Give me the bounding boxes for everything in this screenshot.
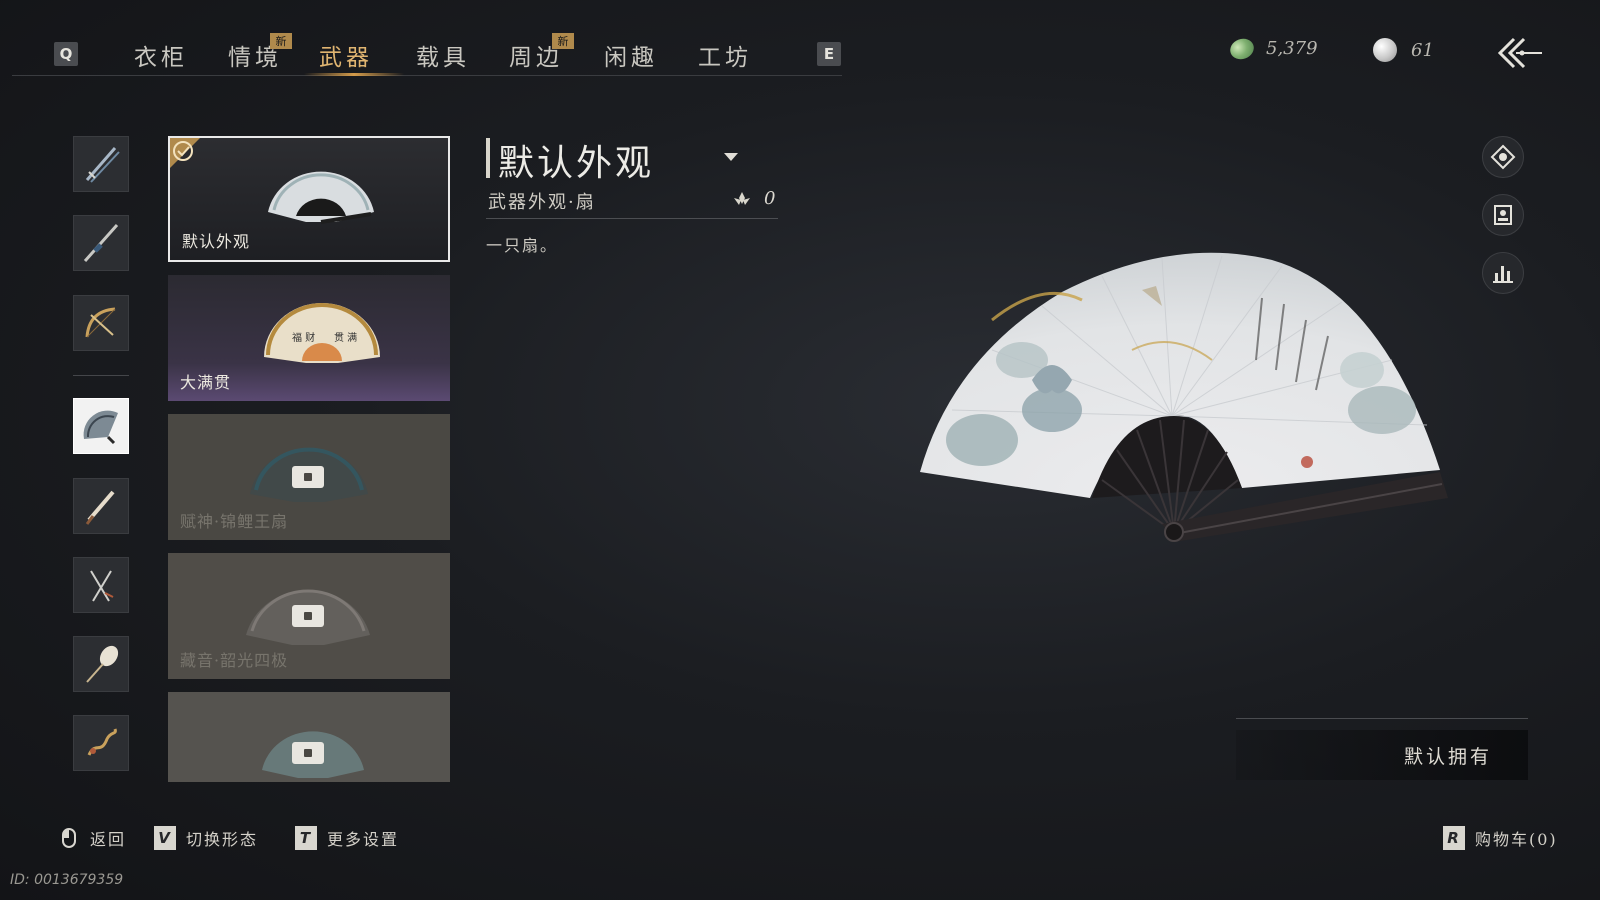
skin-card-koi-king[interactable]: 赋神·锦鲤王扇 (168, 414, 450, 540)
category-fan[interactable] (73, 398, 129, 454)
jade-icon (1227, 34, 1257, 63)
title-accent-bar (486, 138, 490, 178)
category-bow[interactable] (73, 295, 129, 351)
more-settings-hint[interactable]: T 更多设置 (295, 826, 399, 850)
mouse-icon (62, 828, 76, 848)
tab-weapons[interactable]: 武器 (319, 38, 373, 72)
twin-blades-icon (90, 570, 114, 602)
skin-name: 大满贯 (180, 373, 232, 392)
active-tab-underline (304, 73, 404, 76)
category-divider (73, 375, 129, 376)
category-rope-dart[interactable] (73, 715, 129, 771)
skin-card-shaoguang[interactable]: 藏音·韶光四极 (168, 553, 450, 679)
frame-view-button[interactable] (1482, 194, 1524, 236)
skin-value: 0 (732, 188, 775, 209)
pearl-currency: 61 (1373, 38, 1434, 62)
skin-name: 藏音·韶光四极 (180, 651, 289, 670)
rotate-view-button[interactable] (1482, 136, 1524, 178)
tab-workshop[interactable]: 工坊 (698, 38, 752, 72)
new-badge: 新 (552, 33, 574, 49)
skin-value-number: 0 (764, 188, 776, 209)
lock-icon (292, 466, 324, 488)
switch-form-hint[interactable]: V 切换形态 (154, 826, 258, 850)
lock-icon (292, 742, 324, 764)
sword-icon (85, 147, 120, 183)
top-navigation: Q 衣柜 情境 新 武器 载具 周边 新 闲趣 工坊 E (12, 30, 842, 76)
skin-name: 默认外观 (182, 232, 251, 251)
skin-type: 武器外观·扇 (488, 192, 596, 213)
fan-preview-model[interactable] (912, 240, 1482, 570)
switch-form-label: 切换形态 (186, 830, 259, 849)
jade-currency: 5,379 (1227, 34, 1318, 63)
portrait-frame-icon (1494, 205, 1512, 225)
equipped-check-icon (170, 138, 200, 168)
fan-thumbnail (268, 171, 374, 224)
rope-dart-icon (87, 728, 117, 756)
hint-key: R (1443, 826, 1465, 850)
jade-amount: 5,379 (1266, 38, 1318, 59)
more-settings-label: 更多设置 (327, 830, 400, 849)
cart-label: 购物车(0) (1475, 830, 1558, 849)
skin-title: 默认外观 (498, 143, 655, 184)
rotate-view-icon (1490, 144, 1516, 170)
brush-icon (85, 490, 115, 525)
player-id: ID: 0013679359 (10, 872, 124, 888)
category-twin-blades[interactable] (73, 557, 129, 613)
skin-card-default[interactable]: 默认外观 (168, 136, 450, 262)
prev-tab-key[interactable]: Q (54, 42, 78, 66)
category-spear[interactable] (73, 215, 129, 271)
lock-icon (292, 605, 324, 627)
pearl-icon (1373, 38, 1397, 62)
skin-card-locked[interactable] (168, 692, 450, 782)
category-brush[interactable] (73, 478, 129, 534)
skin-name: 赋神·锦鲤王扇 (180, 512, 289, 531)
spear-icon (83, 224, 119, 262)
hint-key: T (295, 826, 317, 850)
umbrella-icon (86, 645, 119, 683)
lotus-icon (734, 191, 750, 205)
svg-text:福 财: 福 财 (292, 331, 315, 344)
chevron-down-icon[interactable] (724, 153, 738, 161)
hint-key: V (154, 826, 176, 850)
weapon-appearance-screen: Q 衣柜 情境 新 武器 载具 周边 新 闲趣 工坊 E 5,379 61 默认… (0, 0, 1600, 900)
skin-description: 一只扇。 (486, 236, 559, 255)
new-badge: 新 (270, 33, 292, 49)
back-hint-label: 返回 (90, 830, 127, 849)
skin-card-grand-slam[interactable]: 福 财 贯 满 大满贯 (168, 275, 450, 401)
stats-button[interactable] (1482, 252, 1524, 294)
bow-icon (85, 307, 116, 338)
bar-chart-icon (1493, 266, 1513, 283)
ownership-status: 默认拥有 (1236, 730, 1528, 780)
owned-divider (1236, 718, 1528, 719)
svg-text:贯 满: 贯 满 (334, 332, 357, 344)
tab-vehicles[interactable]: 载具 (416, 38, 470, 72)
fan-icon (83, 410, 118, 445)
fan-thumbnail: 福 财 贯 满 (264, 303, 380, 363)
category-umbrella[interactable] (73, 636, 129, 692)
tab-leisure[interactable]: 闲趣 (604, 38, 658, 72)
detail-divider (486, 218, 778, 219)
back-hint[interactable]: 返回 (62, 826, 126, 850)
tab-wardrobe[interactable]: 衣柜 (134, 38, 188, 72)
category-sword[interactable] (73, 136, 129, 192)
next-tab-key[interactable]: E (817, 42, 841, 66)
pearl-amount: 61 (1411, 39, 1434, 61)
cart-hint[interactable]: R 购物车(0) (1443, 826, 1558, 850)
back-arrow-icon[interactable] (1494, 36, 1544, 70)
